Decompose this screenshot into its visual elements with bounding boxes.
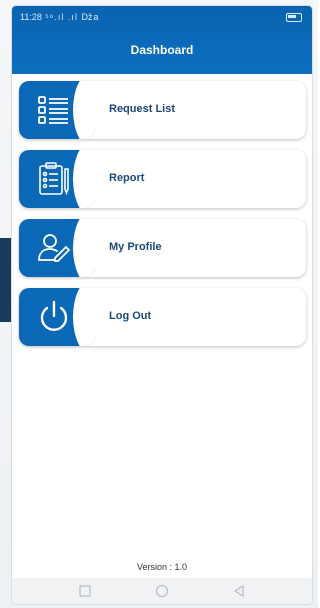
report-label: Report xyxy=(109,172,145,184)
user-edit-icon xyxy=(38,234,71,262)
page-title: Dashboard xyxy=(130,43,194,57)
recent-apps-icon[interactable] xyxy=(78,584,92,598)
request-list-label: Request List xyxy=(109,103,176,115)
phone-screen: 11:28 ⁵⁶.ıl .ıl ǅa Dashboard Request Lis… xyxy=(12,6,312,604)
request-list-button[interactable]: Request List xyxy=(19,81,306,139)
system-nav-bar xyxy=(12,578,312,604)
app-header: 11:28 ⁵⁶.ıl .ıl ǅa Dashboard xyxy=(12,6,312,74)
status-bar: 11:28 ⁵⁶.ıl .ıl ǅa xyxy=(12,6,312,26)
back-icon[interactable] xyxy=(232,584,246,598)
log-out-button[interactable]: Log Out xyxy=(19,288,306,346)
status-time: 11:28 xyxy=(20,12,42,22)
clipboard-icon xyxy=(39,162,69,196)
list-icon xyxy=(38,96,68,124)
report-button[interactable]: Report xyxy=(19,150,306,208)
my-profile-button[interactable]: My Profile xyxy=(19,219,306,277)
home-icon[interactable] xyxy=(155,584,169,598)
version-text: Version : 1.0 xyxy=(136,562,188,572)
dashboard-menu: Request List Report My Profile Log Out xyxy=(19,81,306,357)
battery-icon xyxy=(286,13,302,22)
signal-icon: ⁵⁶.ıl .ıl ǅa xyxy=(45,12,100,22)
my-profile-label: My Profile xyxy=(109,241,162,253)
power-icon xyxy=(40,300,68,331)
log-out-label: Log Out xyxy=(109,310,152,322)
